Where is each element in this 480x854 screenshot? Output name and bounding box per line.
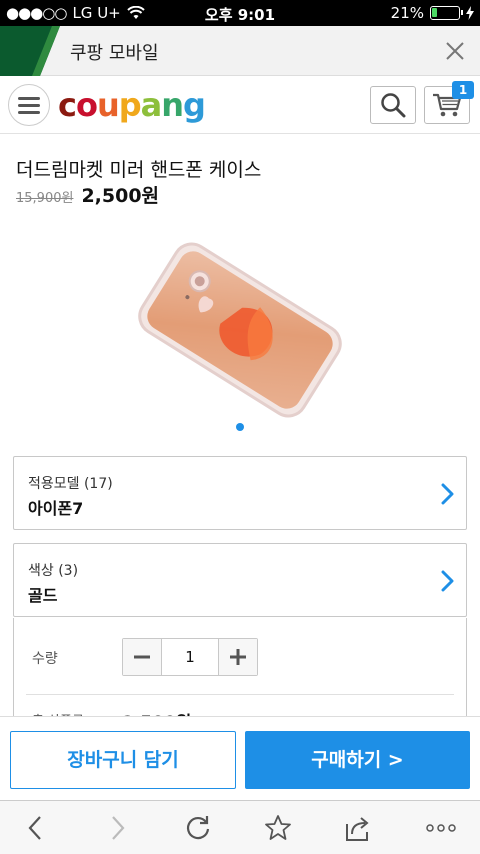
browser-toolbar bbox=[0, 800, 480, 854]
menu-button[interactable] bbox=[8, 84, 50, 126]
share-icon bbox=[346, 817, 369, 841]
bookmark-button[interactable] bbox=[263, 813, 293, 843]
battery-icon bbox=[430, 6, 463, 20]
tab-title[interactable]: 쿠팡 모바일 bbox=[70, 39, 159, 65]
search-button[interactable] bbox=[370, 86, 416, 124]
divider bbox=[26, 694, 454, 695]
forward-button[interactable] bbox=[103, 813, 133, 843]
quantity-value[interactable]: 1 bbox=[161, 639, 219, 675]
status-bar: ●●●○○ LG U+ 오후 9:01 21% bbox=[0, 0, 480, 26]
image-pager-dot[interactable] bbox=[236, 423, 244, 431]
option-color-value: 골드 bbox=[28, 586, 58, 605]
quantity-stepper: 1 bbox=[122, 638, 258, 676]
original-price: 15,900원 bbox=[16, 191, 74, 206]
option-color[interactable]: 색상 (3) 골드 bbox=[13, 543, 467, 617]
tab-accent-shape bbox=[0, 26, 60, 76]
chevron-right-icon bbox=[441, 570, 454, 592]
option-color-label: 색상 (3) bbox=[28, 563, 79, 579]
reload-button[interactable] bbox=[183, 813, 213, 843]
more-button[interactable] bbox=[425, 813, 457, 843]
chevron-left-icon bbox=[28, 816, 41, 840]
minus-icon bbox=[134, 655, 150, 659]
site-header: coupang bbox=[0, 76, 480, 134]
reload-icon bbox=[186, 816, 210, 840]
close-icon[interactable] bbox=[442, 38, 468, 64]
purchase-bar: 장바구니 담기 구매하기 > bbox=[0, 716, 480, 800]
share-button[interactable] bbox=[343, 813, 373, 843]
search-icon bbox=[381, 93, 406, 118]
cart-count-badge: 1 bbox=[452, 81, 474, 99]
status-right: 21% bbox=[391, 4, 474, 22]
option-model-label: 적용모델 (17) bbox=[28, 476, 113, 492]
price-row: 15,900원 2,500원 bbox=[16, 181, 159, 208]
increase-button[interactable] bbox=[219, 639, 257, 675]
quantity-label: 수량 bbox=[32, 651, 58, 667]
back-button[interactable] bbox=[20, 813, 50, 843]
product-title: 더드림마켓 미러 핸드폰 케이스 bbox=[16, 159, 262, 181]
chevron-right-icon bbox=[112, 816, 125, 840]
buy-now-button[interactable]: 구매하기 > bbox=[245, 731, 470, 789]
add-to-cart-button[interactable]: 장바구니 담기 bbox=[10, 731, 236, 789]
battery-fill bbox=[432, 8, 437, 17]
plus-icon bbox=[230, 649, 246, 665]
option-model-value: 아이폰7 bbox=[28, 499, 84, 518]
product-image[interactable] bbox=[130, 240, 350, 420]
hamburger-icon bbox=[18, 97, 40, 114]
battery-percent: 21% bbox=[390, 4, 424, 22]
option-model[interactable]: 적용모델 (17) 아이폰7 bbox=[13, 456, 467, 530]
star-icon bbox=[265, 815, 291, 840]
coupang-logo[interactable]: coupang bbox=[58, 86, 206, 124]
chevron-right-icon bbox=[441, 483, 454, 505]
charging-icon bbox=[466, 6, 474, 20]
browser-tab-bar: 쿠팡 모바일 bbox=[0, 26, 480, 76]
more-icon bbox=[426, 824, 456, 832]
quantity-section: 수량 1 총 상품금 2,500원 bbox=[13, 618, 467, 733]
sale-price: 2,500원 bbox=[81, 185, 160, 207]
decrease-button[interactable] bbox=[123, 639, 161, 675]
